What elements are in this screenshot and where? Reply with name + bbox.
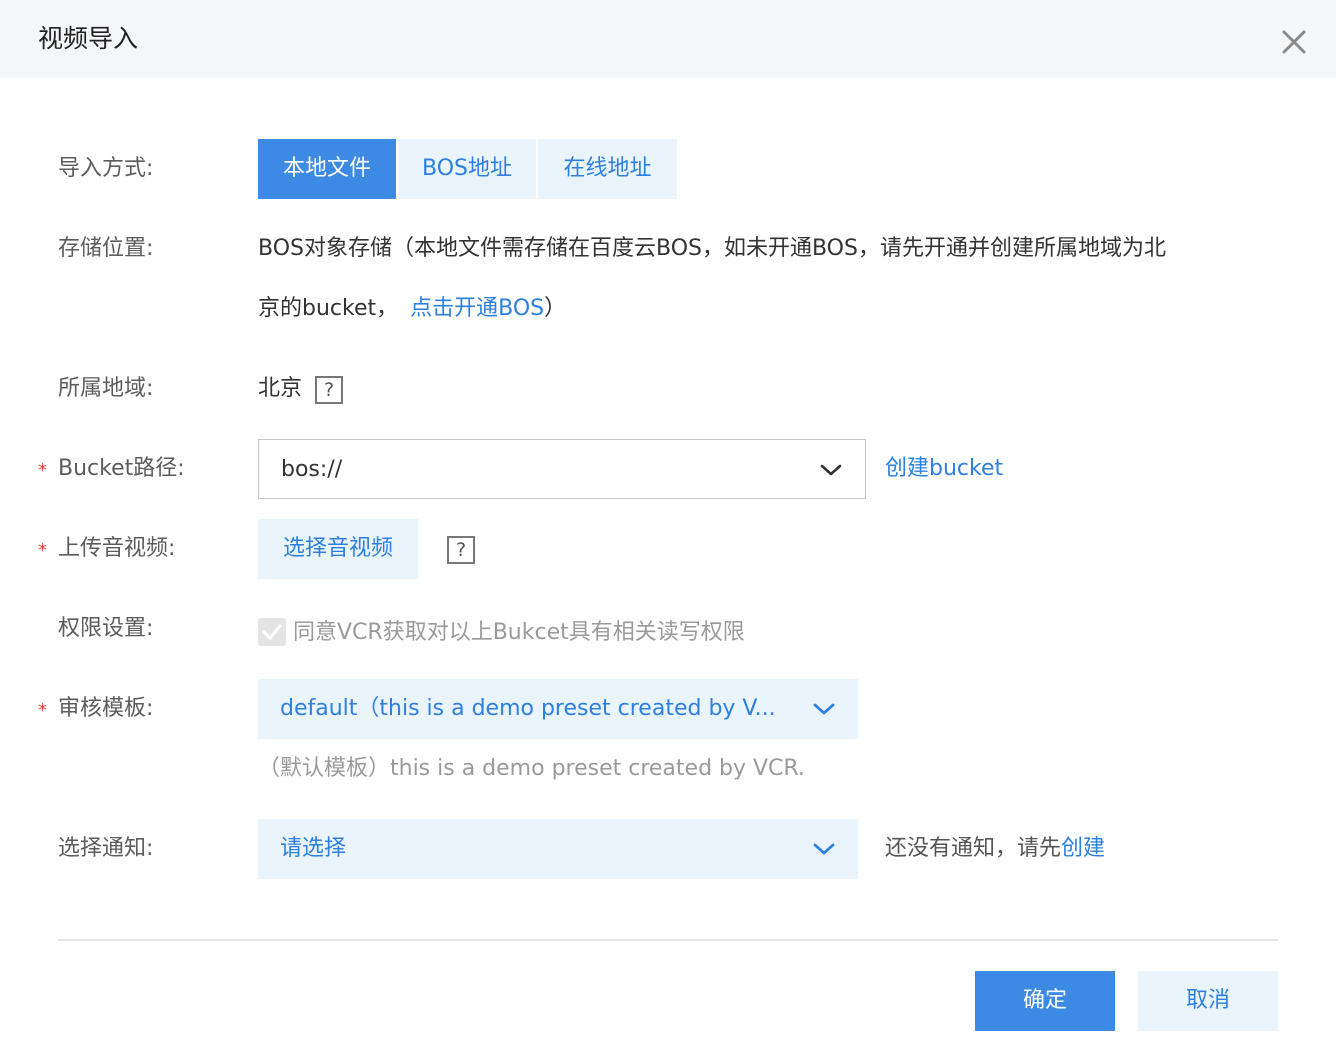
region-help-icon[interactable]: ? [315,376,343,404]
tab-online-address[interactable]: 在线地址 [538,139,677,199]
bucket-label: Bucket路径: [58,456,185,481]
notify-hint: 还没有通知，请先创建 [885,834,1105,864]
region-label: 所属地域: [58,376,154,401]
open-bos-link[interactable]: 点击开通BOS [410,296,544,321]
storage-label: 存储位置: [58,236,154,261]
storage-description-close: ） [544,296,567,321]
storage-description: BOS对象存储（本地文件需存储在百度云BOS，如未开通BOS，请先开通并创建所属… [258,236,1166,261]
permission-text: 同意VCR获取对以上Bukcet具有相关读写权限 [293,620,745,645]
tab-bos-address[interactable]: BOS地址 [398,139,536,199]
region-value: 北京 [258,376,303,401]
dialog-title: 视频导入 [38,24,139,53]
confirm-button[interactable]: 确定 [975,971,1115,1031]
required-mark: * [38,540,47,561]
notify-hint-text: 还没有通知，请先 [885,836,1062,861]
permission-label: 权限设置: [58,616,154,641]
template-value: default（this is a demo preset created by… [280,696,776,721]
chevron-down-icon [812,699,836,719]
close-icon[interactable] [1276,24,1312,60]
select-media-button[interactable]: 选择音视频 [258,519,418,579]
template-label: 审核模板: [58,696,154,721]
create-bucket-link[interactable]: 创建bucket [885,454,1003,484]
cancel-button[interactable]: 取消 [1138,971,1278,1031]
import-method-label: 导入方式: [58,156,154,181]
template-select[interactable]: default（this is a demo preset created by… [258,679,858,739]
required-mark: * [38,700,47,721]
notify-select[interactable]: 请选择 [258,819,858,879]
footer-divider [58,939,1278,941]
required-mark: * [38,460,47,481]
upload-label: 上传音视频: [58,536,176,561]
tab-local-file[interactable]: 本地文件 [258,139,396,199]
bucket-path-select[interactable]: bos:// [258,439,866,499]
upload-help-icon[interactable]: ? [447,536,475,564]
permission-checkbox[interactable] [258,618,286,646]
chevron-down-icon [819,460,843,480]
template-hint: （默认模板）this is a demo preset created by V… [258,756,805,781]
notify-label: 选择通知: [58,836,154,861]
notify-placeholder: 请选择 [280,836,347,861]
create-notify-link[interactable]: 创建 [1061,836,1105,861]
dialog-header: 视频导入 [0,0,1336,78]
storage-description-text: 京的bucket， [258,296,399,321]
bucket-path-value: bos:// [281,457,343,482]
chevron-down-icon [812,839,836,859]
storage-description-line2: 京的bucket， 点击开通BOS） [258,294,566,324]
